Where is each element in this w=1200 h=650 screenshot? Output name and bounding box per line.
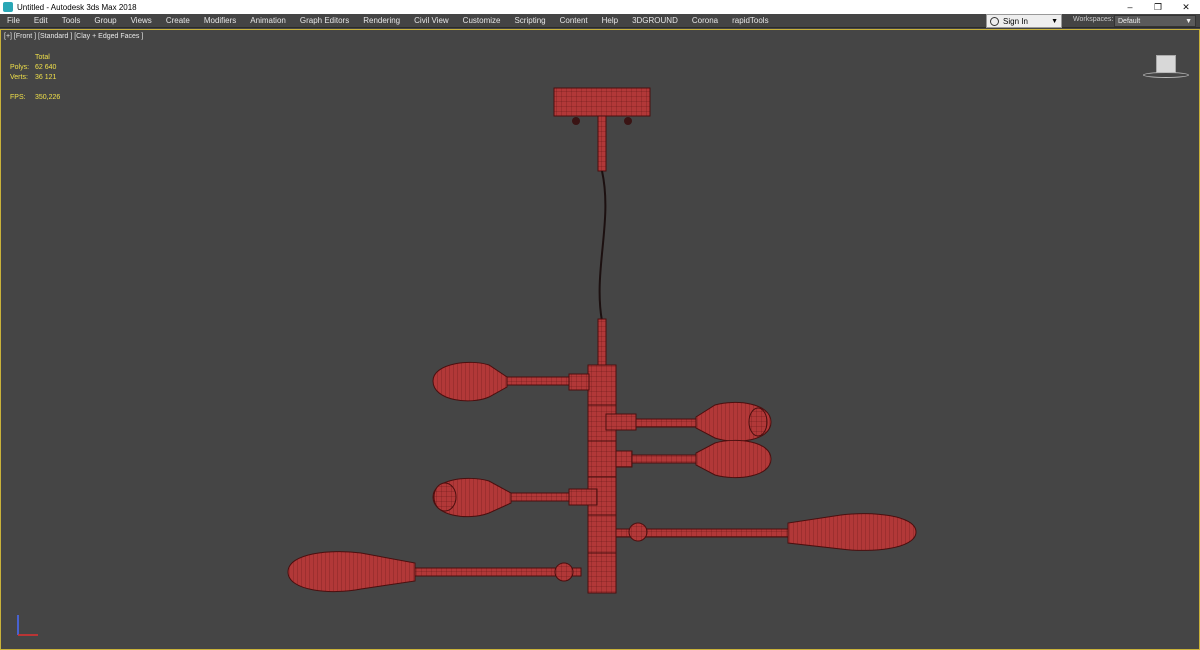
restore-button[interactable]: ❐	[1144, 0, 1172, 14]
canopy-screw	[624, 117, 632, 125]
window-title: Untitled - Autodesk 3ds Max 2018	[17, 2, 137, 12]
window-controls: – ❐ ✕	[1116, 0, 1200, 14]
chandelier-model[interactable]	[1, 30, 1199, 649]
menu-edit[interactable]: Edit	[27, 16, 55, 25]
arm-joint[interactable]	[554, 562, 574, 582]
menu-rapidtools[interactable]: rapidTools	[725, 16, 775, 25]
chevron-down-icon: ▼	[1185, 17, 1192, 25]
3ds-max-icon	[3, 2, 13, 12]
lamp-opening	[748, 407, 768, 437]
menu-customize[interactable]: Customize	[456, 16, 508, 25]
lamp-shade[interactable]	[432, 361, 508, 402]
canopy-screw	[572, 117, 580, 125]
menu-create[interactable]: Create	[159, 16, 197, 25]
workspaces-label: Workspaces:	[1073, 16, 1114, 23]
sign-in-label: Sign In	[1003, 16, 1028, 26]
menu-civil-view[interactable]: Civil View	[407, 16, 456, 25]
canopy[interactable]	[553, 87, 651, 117]
menu-modifiers[interactable]: Modifiers	[197, 16, 243, 25]
menu-bar: File Edit Tools Group Views Create Modif…	[0, 14, 1200, 28]
menu-content[interactable]: Content	[553, 16, 595, 25]
menu-animation[interactable]: Animation	[243, 16, 293, 25]
arm[interactable]	[500, 376, 572, 386]
user-icon	[990, 16, 999, 26]
arm-joint[interactable]	[628, 522, 648, 542]
title-bar: Untitled - Autodesk 3ds Max 2018 – ❐ ✕	[0, 0, 1200, 14]
minimize-button[interactable]: –	[1116, 0, 1144, 14]
central-column[interactable]	[587, 364, 617, 594]
menu-corona[interactable]: Corona	[685, 16, 725, 25]
chevron-down-icon: ▼	[1051, 17, 1058, 25]
menu-file[interactable]: File	[0, 16, 27, 25]
lamp-opening	[433, 482, 457, 512]
arm[interactable]	[505, 492, 579, 502]
menu-group[interactable]: Group	[87, 16, 123, 25]
menu-graph-editors[interactable]: Graph Editors	[293, 16, 356, 25]
arm-joint[interactable]	[568, 488, 598, 506]
lamp-shade[interactable]	[787, 513, 917, 551]
lamp-shade[interactable]	[695, 439, 772, 479]
menu-tools[interactable]: Tools	[55, 16, 88, 25]
menu-scripting[interactable]: Scripting	[507, 16, 552, 25]
arm-joint[interactable]	[605, 413, 637, 431]
lamp-shade[interactable]	[287, 551, 416, 593]
lower-rod[interactable]	[597, 318, 607, 367]
arm-joint[interactable]	[615, 450, 633, 468]
cable	[598, 170, 607, 322]
workspaces-dropdown[interactable]: Default ▼	[1114, 15, 1196, 27]
menu-help[interactable]: Help	[595, 16, 625, 25]
sign-in-button[interactable]: Sign In ▼	[986, 14, 1062, 28]
workspace-value: Default	[1118, 17, 1141, 25]
close-button[interactable]: ✕	[1172, 0, 1200, 14]
arm-joint[interactable]	[568, 373, 590, 391]
front-viewport[interactable]: [+] [Front ] [Standard ] [Clay + Edged F…	[0, 29, 1200, 650]
menu-3dground[interactable]: 3DGROUND	[625, 16, 685, 25]
upper-rod[interactable]	[597, 115, 607, 172]
menu-rendering[interactable]: Rendering	[356, 16, 407, 25]
menu-views[interactable]: Views	[124, 16, 159, 25]
